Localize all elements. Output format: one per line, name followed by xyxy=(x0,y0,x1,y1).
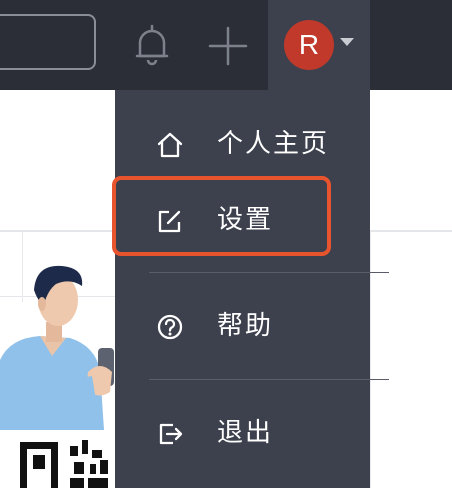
menu-item-label: 帮助 xyxy=(217,311,274,341)
content-divider xyxy=(370,230,452,232)
menu-item-logout[interactable]: 退出 xyxy=(115,399,370,467)
add-icon[interactable] xyxy=(206,24,250,68)
user-menu-toggle[interactable]: R xyxy=(268,0,370,90)
search-input[interactable] xyxy=(0,14,96,70)
top-bar: R xyxy=(0,0,452,90)
menu-divider xyxy=(149,272,389,273)
logout-icon xyxy=(159,423,183,445)
person-illustration xyxy=(0,265,114,430)
avatar[interactable]: R xyxy=(284,20,334,70)
content-border xyxy=(370,232,371,488)
content-divider xyxy=(0,230,118,232)
bell-icon[interactable] xyxy=(132,22,172,66)
menu-item-label: 退出 xyxy=(217,418,274,448)
user-dropdown-menu: 个人主页 设置 帮助 退出 xyxy=(115,90,389,488)
menu-item-label: 个人主页 xyxy=(217,129,330,159)
help-circle-icon xyxy=(157,314,183,340)
settings-highlight-box xyxy=(112,176,331,256)
qr-code xyxy=(20,440,108,488)
menu-divider xyxy=(149,379,389,380)
menu-item-help[interactable]: 帮助 xyxy=(115,292,370,360)
menu-item-profile[interactable]: 个人主页 xyxy=(115,110,370,178)
caret-down-icon[interactable] xyxy=(340,38,354,46)
home-icon xyxy=(157,132,183,158)
